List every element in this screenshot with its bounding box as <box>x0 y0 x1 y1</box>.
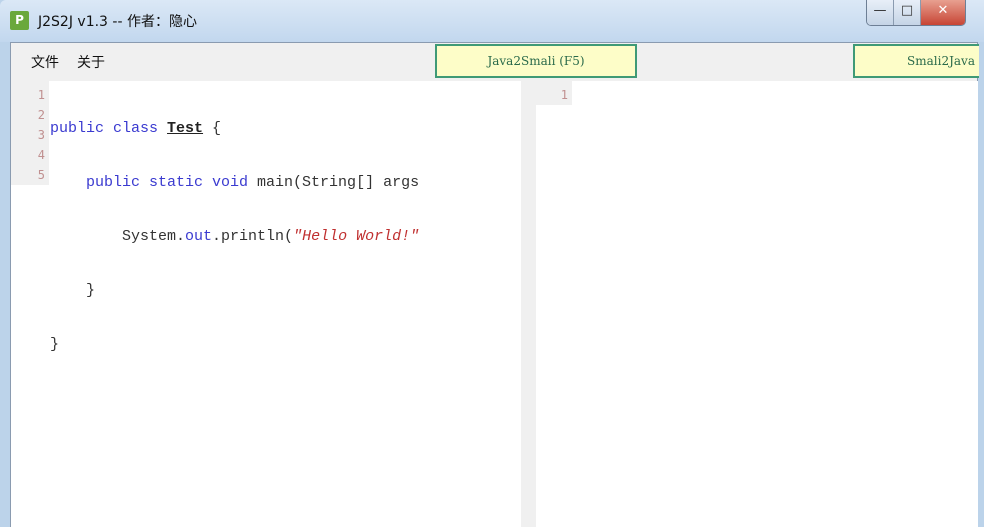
line-gutter: 1 2 3 4 5 <box>11 81 49 185</box>
line-gutter: 1 <box>536 81 572 105</box>
menu-bar: 文件 关于 <box>31 52 105 72</box>
code-text: System. <box>122 228 186 245</box>
window-title: J2S2J v1.3 -- 作者：隐心 <box>38 14 197 30</box>
keyword: public class <box>50 120 168 137</box>
window-controls: — □ ✕ <box>866 0 966 26</box>
menu-about[interactable]: 关于 <box>77 52 105 72</box>
code-line: System.out.println("Hello World!" <box>50 227 520 247</box>
keyword: public static void <box>86 174 258 191</box>
line-number: 3 <box>37 128 45 142</box>
java-editor[interactable]: 1 2 3 4 5 public class Test { public sta… <box>11 81 521 527</box>
string-literal: "Hello World!" <box>293 228 420 245</box>
maximize-button[interactable]: □ <box>894 0 921 25</box>
client-area: 文件 关于 Java2Smali (F5) Smali2Java 1 2 3 4… <box>10 42 979 527</box>
line-number: 5 <box>37 168 45 182</box>
code-text: { <box>203 120 222 137</box>
code-line: } <box>50 282 96 299</box>
title-bar: P J2S2J v1.3 -- 作者：隐心 — □ ✕ <box>0 0 984 42</box>
menu-file[interactable]: 文件 <box>31 52 59 72</box>
code-line: } <box>50 336 60 353</box>
class-name: Test <box>167 120 204 137</box>
smali-editor[interactable]: 1 <box>536 81 978 527</box>
code-line: public class Test { <box>50 119 520 139</box>
field: out <box>185 228 213 245</box>
smali2java-button[interactable]: Smali2Java <box>853 44 979 78</box>
minimize-button[interactable]: — <box>867 0 894 25</box>
code-text: main(String[] args <box>257 174 420 191</box>
code-area[interactable]: public class Test { public static void m… <box>50 85 520 389</box>
app-icon: P <box>10 11 29 30</box>
code-text: .println( <box>212 228 294 245</box>
java2smali-button[interactable]: Java2Smali (F5) <box>435 44 637 78</box>
close-button[interactable]: ✕ <box>921 0 965 25</box>
line-number: 1 <box>37 88 45 102</box>
line-number: 4 <box>37 148 45 162</box>
line-number: 2 <box>37 108 45 122</box>
code-line: public static void main(String[] args <box>50 173 520 193</box>
line-number: 1 <box>560 88 568 102</box>
